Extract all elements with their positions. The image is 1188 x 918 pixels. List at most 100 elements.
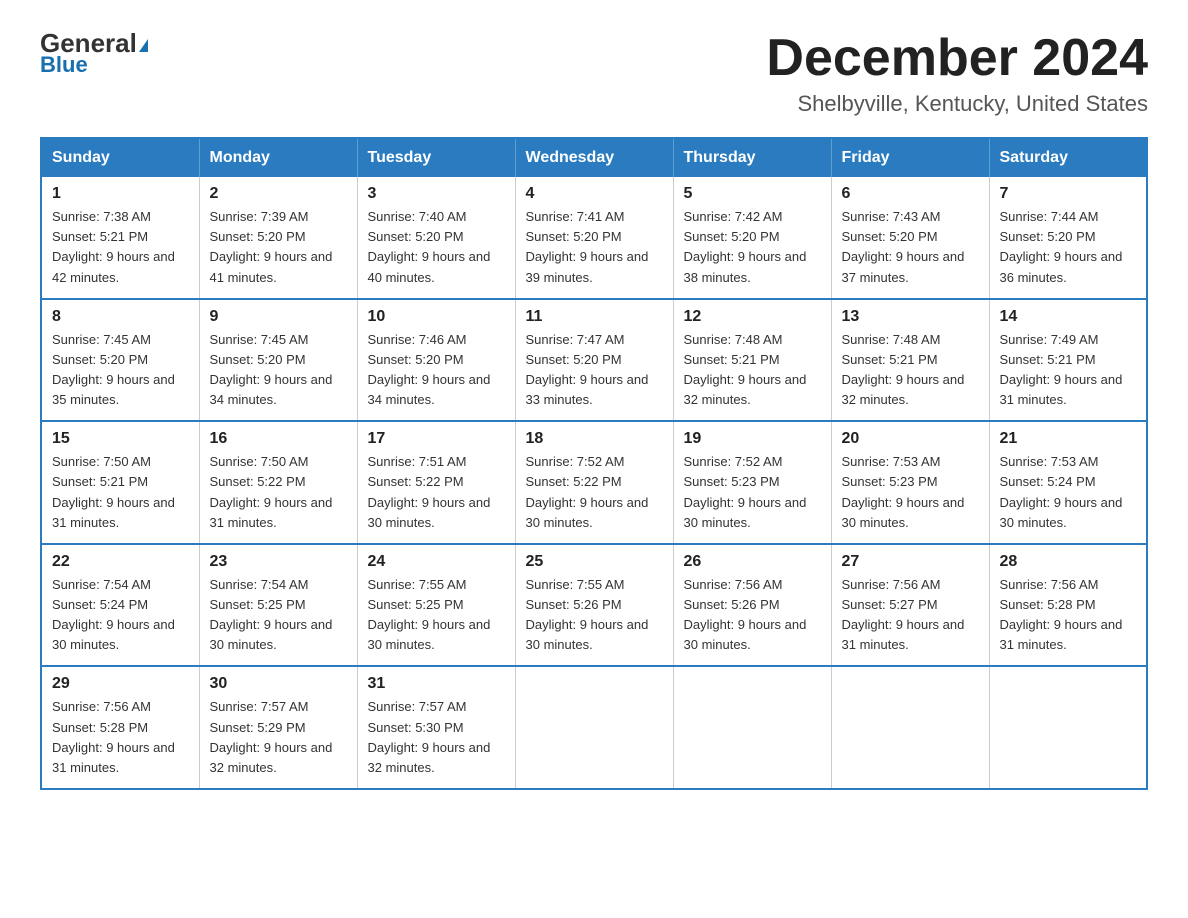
weekday-header-monday: Monday [199, 138, 357, 177]
week-row-4: 22Sunrise: 7:54 AMSunset: 5:24 PMDayligh… [41, 544, 1147, 667]
calendar-cell: 31 Sunrise: 7:57 AMSunset: 5:30 PMDayligh… [357, 666, 515, 789]
calendar-cell: 6 Sunrise: 7:43 AMSunset: 5:20 PMDaylight… [831, 177, 989, 299]
day-info: Sunrise: 7:43 AMSunset: 5:20 PMDaylight:… [842, 207, 979, 288]
calendar-cell: 21Sunrise: 7:53 AMSunset: 5:24 PMDayligh… [989, 421, 1147, 544]
calendar-cell: 27 Sunrise: 7:56 AMSunset: 5:27 PMDayligh… [831, 544, 989, 667]
day-number: 30 [210, 675, 347, 693]
day-number: 1 [52, 185, 189, 203]
day-number: 10 [368, 308, 505, 326]
calendar-cell: 9Sunrise: 7:45 AMSunset: 5:20 PMDaylight… [199, 299, 357, 422]
day-number: 8 [52, 308, 189, 326]
day-number: 31 [368, 675, 505, 693]
day-info: Sunrise: 7:47 AMSunset: 5:20 PMDaylight:… [526, 330, 663, 411]
calendar-cell: 25 Sunrise: 7:55 AMSunset: 5:26 PMDayligh… [515, 544, 673, 667]
week-row-2: 8 Sunrise: 7:45 AMSunset: 5:20 PMDaylight… [41, 299, 1147, 422]
day-number: 11 [526, 308, 663, 326]
day-number: 20 [842, 430, 979, 448]
week-row-5: 29 Sunrise: 7:56 AMSunset: 5:28 PMDayligh… [41, 666, 1147, 789]
day-number: 14 [1000, 308, 1137, 326]
day-info: Sunrise: 7:45 AMSunset: 5:20 PMDaylight:… [52, 330, 189, 411]
calendar-cell: 17Sunrise: 7:51 AMSunset: 5:22 PMDayligh… [357, 421, 515, 544]
day-number: 17 [368, 430, 505, 448]
title-area: December 2024 Shelbyville, Kentucky, Uni… [766, 30, 1148, 117]
day-number: 29 [52, 675, 189, 693]
day-number: 13 [842, 308, 979, 326]
calendar-cell [831, 666, 989, 789]
logo-blue: Blue [40, 52, 88, 78]
day-info: Sunrise: 7:55 AMSunset: 5:26 PMDaylight:… [526, 575, 663, 656]
week-row-1: 1 Sunrise: 7:38 AMSunset: 5:21 PMDaylight… [41, 177, 1147, 299]
day-info: Sunrise: 7:52 AMSunset: 5:23 PMDaylight:… [684, 452, 821, 533]
week-row-3: 15Sunrise: 7:50 AMSunset: 5:21 PMDayligh… [41, 421, 1147, 544]
day-number: 18 [526, 430, 663, 448]
calendar-cell [673, 666, 831, 789]
day-number: 25 [526, 553, 663, 571]
day-info: Sunrise: 7:38 AMSunset: 5:21 PMDaylight:… [52, 207, 189, 288]
calendar-cell: 10Sunrise: 7:46 AMSunset: 5:20 PMDayligh… [357, 299, 515, 422]
calendar-cell [989, 666, 1147, 789]
day-info: Sunrise: 7:55 AMSunset: 5:25 PMDaylight:… [368, 575, 505, 656]
calendar-cell: 4Sunrise: 7:41 AMSunset: 5:20 PMDaylight… [515, 177, 673, 299]
calendar-cell: 12Sunrise: 7:48 AMSunset: 5:21 PMDayligh… [673, 299, 831, 422]
weekday-header-thursday: Thursday [673, 138, 831, 177]
page-subtitle: Shelbyville, Kentucky, United States [766, 91, 1148, 117]
day-number: 5 [684, 185, 821, 203]
day-info: Sunrise: 7:41 AMSunset: 5:20 PMDaylight:… [526, 207, 663, 288]
day-info: Sunrise: 7:54 AMSunset: 5:25 PMDaylight:… [210, 575, 347, 656]
weekday-header-tuesday: Tuesday [357, 138, 515, 177]
day-number: 23 [210, 553, 347, 571]
day-number: 21 [1000, 430, 1137, 448]
calendar-cell: 14 Sunrise: 7:49 AMSunset: 5:21 PMDayligh… [989, 299, 1147, 422]
day-number: 6 [842, 185, 979, 203]
weekday-header-saturday: Saturday [989, 138, 1147, 177]
page-title: December 2024 [766, 30, 1148, 87]
calendar-cell: 23 Sunrise: 7:54 AMSunset: 5:25 PMDayligh… [199, 544, 357, 667]
calendar-cell: 15Sunrise: 7:50 AMSunset: 5:21 PMDayligh… [41, 421, 199, 544]
day-number: 3 [368, 185, 505, 203]
calendar-cell: 30 Sunrise: 7:57 AMSunset: 5:29 PMDayligh… [199, 666, 357, 789]
day-info: Sunrise: 7:49 AMSunset: 5:21 PMDaylight:… [1000, 330, 1137, 411]
day-number: 27 [842, 553, 979, 571]
day-info: Sunrise: 7:39 AMSunset: 5:20 PMDaylight:… [210, 207, 347, 288]
logo: General Blue [40, 30, 148, 78]
day-number: 2 [210, 185, 347, 203]
calendar-cell: 13 Sunrise: 7:48 AMSunset: 5:21 PMDayligh… [831, 299, 989, 422]
day-info: Sunrise: 7:52 AMSunset: 5:22 PMDaylight:… [526, 452, 663, 533]
calendar-cell: 18 Sunrise: 7:52 AMSunset: 5:22 PMDayligh… [515, 421, 673, 544]
calendar-cell: 20 Sunrise: 7:53 AMSunset: 5:23 PMDayligh… [831, 421, 989, 544]
weekday-header-row: SundayMondayTuesdayWednesdayThursdayFrid… [41, 138, 1147, 177]
calendar-cell: 29 Sunrise: 7:56 AMSunset: 5:28 PMDayligh… [41, 666, 199, 789]
day-info: Sunrise: 7:42 AMSunset: 5:20 PMDaylight:… [684, 207, 821, 288]
calendar-cell: 22Sunrise: 7:54 AMSunset: 5:24 PMDayligh… [41, 544, 199, 667]
day-info: Sunrise: 7:50 AMSunset: 5:21 PMDaylight:… [52, 452, 189, 533]
calendar-cell: 11 Sunrise: 7:47 AMSunset: 5:20 PMDayligh… [515, 299, 673, 422]
day-info: Sunrise: 7:45 AMSunset: 5:20 PMDaylight:… [210, 330, 347, 411]
calendar-cell: 1 Sunrise: 7:38 AMSunset: 5:21 PMDaylight… [41, 177, 199, 299]
calendar-cell: 26Sunrise: 7:56 AMSunset: 5:26 PMDayligh… [673, 544, 831, 667]
calendar-cell: 28Sunrise: 7:56 AMSunset: 5:28 PMDayligh… [989, 544, 1147, 667]
day-number: 26 [684, 553, 821, 571]
day-info: Sunrise: 7:56 AMSunset: 5:28 PMDaylight:… [52, 697, 189, 778]
day-info: Sunrise: 7:53 AMSunset: 5:23 PMDaylight:… [842, 452, 979, 533]
day-number: 24 [368, 553, 505, 571]
weekday-header-sunday: Sunday [41, 138, 199, 177]
day-info: Sunrise: 7:50 AMSunset: 5:22 PMDaylight:… [210, 452, 347, 533]
day-info: Sunrise: 7:40 AMSunset: 5:20 PMDaylight:… [368, 207, 505, 288]
day-info: Sunrise: 7:48 AMSunset: 5:21 PMDaylight:… [842, 330, 979, 411]
day-info: Sunrise: 7:57 AMSunset: 5:30 PMDaylight:… [368, 697, 505, 778]
calendar-cell: 7Sunrise: 7:44 AMSunset: 5:20 PMDaylight… [989, 177, 1147, 299]
page-header: General Blue December 2024 Shelbyville, … [40, 30, 1148, 117]
day-info: Sunrise: 7:56 AMSunset: 5:27 PMDaylight:… [842, 575, 979, 656]
day-number: 16 [210, 430, 347, 448]
day-info: Sunrise: 7:44 AMSunset: 5:20 PMDaylight:… [1000, 207, 1137, 288]
weekday-header-wednesday: Wednesday [515, 138, 673, 177]
weekday-header-friday: Friday [831, 138, 989, 177]
day-info: Sunrise: 7:57 AMSunset: 5:29 PMDaylight:… [210, 697, 347, 778]
calendar-cell: 16 Sunrise: 7:50 AMSunset: 5:22 PMDayligh… [199, 421, 357, 544]
calendar-cell [515, 666, 673, 789]
day-info: Sunrise: 7:48 AMSunset: 5:21 PMDaylight:… [684, 330, 821, 411]
calendar-cell: 19Sunrise: 7:52 AMSunset: 5:23 PMDayligh… [673, 421, 831, 544]
calendar-table: SundayMondayTuesdayWednesdayThursdayFrid… [40, 137, 1148, 790]
day-number: 28 [1000, 553, 1137, 571]
calendar-cell: 8 Sunrise: 7:45 AMSunset: 5:20 PMDaylight… [41, 299, 199, 422]
